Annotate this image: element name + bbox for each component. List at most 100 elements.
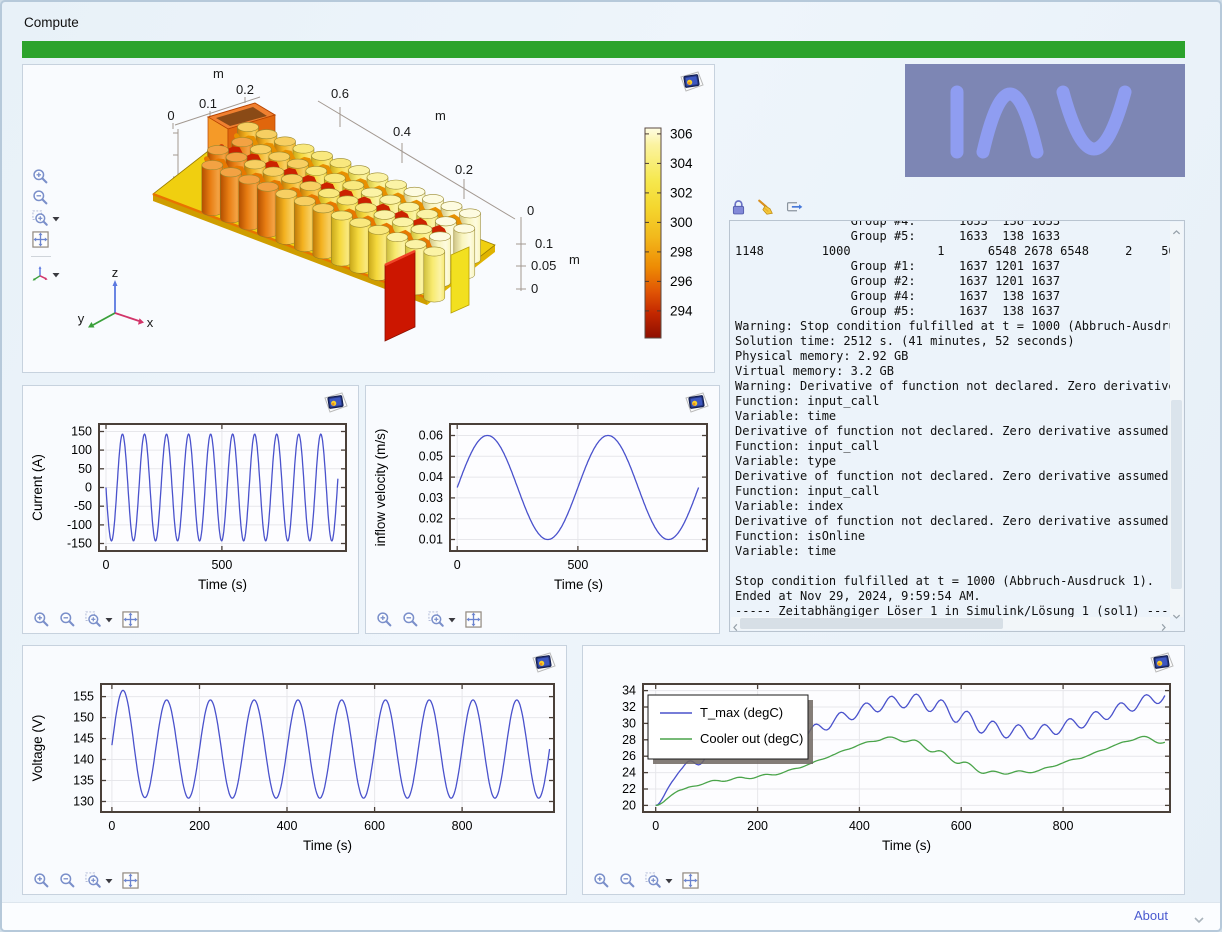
status-bar: About <box>2 902 1220 930</box>
about-link[interactable]: About <box>1134 908 1168 923</box>
svg-text:0.02: 0.02 <box>419 512 443 526</box>
log-horizontal-scrollbar[interactable] <box>731 617 1170 630</box>
zoom-extents-icon[interactable] <box>121 871 139 889</box>
svg-text:0.2: 0.2 <box>236 82 254 97</box>
voltage-chart[interactable]: 0200400600800155150145140135130Time (s)V… <box>25 670 566 871</box>
svg-text:0.2: 0.2 <box>455 162 473 177</box>
svg-text:306: 306 <box>670 126 693 141</box>
zoom-in-icon[interactable] <box>32 871 50 889</box>
zoom-out-icon[interactable] <box>618 871 636 889</box>
surface-plot-canvas[interactable]: m00.10.20.6m0.40.200.10.05m0 z y x <box>23 65 716 374</box>
svg-text:0: 0 <box>167 108 174 123</box>
zoom-out-icon[interactable] <box>31 188 49 206</box>
chevron-down-icon[interactable] <box>665 871 673 889</box>
svg-text:-150: -150 <box>67 537 92 551</box>
progress-fill <box>22 41 1185 58</box>
svg-text:0: 0 <box>527 203 534 218</box>
svg-text:0.05: 0.05 <box>531 258 556 273</box>
current-chart[interactable]: 0500150100500-50-100-150Time (s)Current … <box>25 410 358 610</box>
chevron-down-icon[interactable] <box>52 265 60 283</box>
svg-text:24: 24 <box>622 766 636 780</box>
svg-text:600: 600 <box>364 819 385 833</box>
svg-text:0: 0 <box>85 481 92 495</box>
svg-text:150: 150 <box>71 425 92 439</box>
svg-text:x: x <box>147 315 154 330</box>
zoom-in-icon[interactable] <box>592 871 610 889</box>
log-vertical-scrollbar[interactable] <box>1170 222 1183 617</box>
svg-text:200: 200 <box>747 819 768 833</box>
zoom-in-icon[interactable] <box>31 167 49 185</box>
zoom-extents-icon[interactable] <box>121 610 139 628</box>
svg-text:22: 22 <box>622 782 636 796</box>
x-axis-label: Time (s) <box>882 838 931 853</box>
zoom-box-icon[interactable] <box>84 610 102 628</box>
compute-label: Compute <box>24 15 79 30</box>
chevron-down-icon[interactable] <box>1193 911 1205 929</box>
scroll-down-icon[interactable] <box>1172 607 1181 616</box>
svg-text:800: 800 <box>1053 819 1074 833</box>
svg-text:298: 298 <box>670 244 693 259</box>
zoom-box-icon[interactable] <box>644 871 662 889</box>
scroll-right-icon[interactable] <box>1160 619 1169 628</box>
zoom-extents-icon[interactable] <box>31 230 49 248</box>
view-3d-icon[interactable] <box>31 265 49 283</box>
svg-text:294: 294 <box>670 303 693 318</box>
svg-text:m: m <box>435 108 446 123</box>
zoom-out-icon[interactable] <box>58 871 76 889</box>
log-output-panel[interactable]: Group #4: 1633 138 1633 Group #5: 1633 1… <box>729 220 1185 632</box>
zoom-extents-icon[interactable] <box>681 871 699 889</box>
voltage-plot-panel: 0200400600800155150145140135130Time (s)V… <box>22 645 567 895</box>
scroll-up-icon[interactable] <box>1172 223 1181 232</box>
svg-text:0: 0 <box>652 819 659 833</box>
svg-text:20: 20 <box>622 798 636 812</box>
zoom-in-icon[interactable] <box>32 610 50 628</box>
svg-text:130: 130 <box>73 795 94 809</box>
scrollbar-thumb[interactable] <box>740 618 1003 629</box>
svg-text:400: 400 <box>277 819 298 833</box>
scrollbar-thumb[interactable] <box>1171 400 1182 590</box>
y-axis-label: Voltage (V) <box>30 715 45 782</box>
temperature-plot-panel: 02004006008003432302826242220Time (s)T_m… <box>582 645 1185 895</box>
svg-text:-100: -100 <box>67 518 92 532</box>
temperature-chart[interactable]: 02004006008003432302826242220Time (s)T_m… <box>585 670 1184 871</box>
svg-text:28: 28 <box>622 733 636 747</box>
zoom-extents-icon[interactable] <box>464 610 482 628</box>
svg-text:0: 0 <box>103 558 110 572</box>
chevron-down-icon[interactable] <box>105 610 113 628</box>
open-log-in-window-icon[interactable] <box>785 198 803 216</box>
y-axis-label: inflow velocity (m/s) <box>373 429 388 547</box>
x-axis-label: Time (s) <box>198 577 247 592</box>
log-toolbar <box>729 198 803 216</box>
plot-toolbar-3d <box>31 167 60 283</box>
inflow-velocity-chart[interactable]: 05000.060.050.040.030.020.01Time (s)infl… <box>368 410 719 610</box>
legend: T_max (degC) Cooler out (degC) <box>648 695 813 764</box>
clear-log-icon[interactable] <box>757 198 775 216</box>
chevron-down-icon[interactable] <box>448 610 456 628</box>
iav-logo <box>905 64 1185 177</box>
svg-text:140: 140 <box>73 753 94 767</box>
lock-icon[interactable] <box>729 198 747 216</box>
svg-text:100: 100 <box>71 443 92 457</box>
chevron-down-icon[interactable] <box>52 209 60 227</box>
svg-text:T_max (degC): T_max (degC) <box>700 705 783 720</box>
zoom-in-icon[interactable] <box>375 610 393 628</box>
svg-text:0.03: 0.03 <box>419 491 443 505</box>
svg-text:296: 296 <box>670 274 693 289</box>
zoom-out-icon[interactable] <box>401 610 419 628</box>
zoom-box-icon[interactable] <box>84 871 102 889</box>
zoom-out-icon[interactable] <box>58 610 76 628</box>
svg-text:600: 600 <box>951 819 972 833</box>
svg-text:50: 50 <box>78 462 92 476</box>
svg-text:0.1: 0.1 <box>535 236 553 251</box>
x-axis-label: Time (s) <box>554 577 603 592</box>
svg-text:y: y <box>78 311 85 326</box>
surface-plot-panel: m00.10.20.6m0.40.200.10.05m0 z y x 30630… <box>22 64 715 373</box>
colorbar: 306304302300298296294 <box>643 120 715 352</box>
zoom-box-icon[interactable] <box>427 610 445 628</box>
svg-text:0.6: 0.6 <box>331 86 349 101</box>
chevron-down-icon[interactable] <box>105 871 113 889</box>
zoom-box-icon[interactable] <box>31 209 49 227</box>
svg-text:Cooler out (degC): Cooler out (degC) <box>700 731 803 746</box>
open-plot-window-icon[interactable] <box>679 70 705 92</box>
axis-unit-label: m <box>213 66 224 81</box>
